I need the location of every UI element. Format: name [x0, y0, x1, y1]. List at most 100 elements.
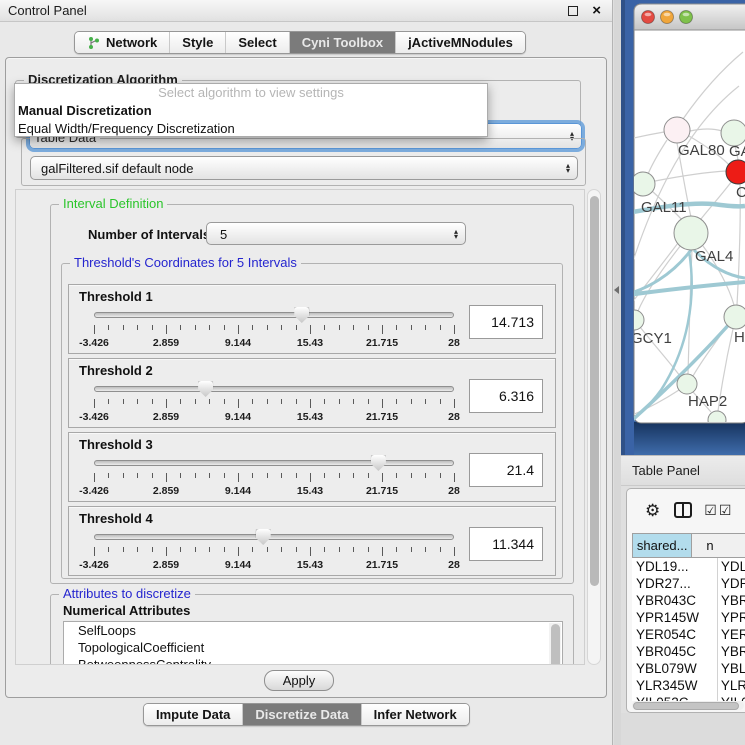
- table-cell[interactable]: YLR3: [718, 677, 745, 694]
- tick: [440, 547, 441, 552]
- minimize-window-icon[interactable]: [661, 11, 674, 24]
- table-data-combobox[interactable]: galFiltered.sif default node ▴ ▾: [30, 156, 578, 180]
- table-row[interactable]: YBL079WYBL0: [632, 660, 745, 677]
- table-row[interactable]: YBR043CYBR0: [632, 592, 745, 609]
- threshold-slider[interactable]: -3.4262.8599.14415.4321.71528: [94, 382, 454, 426]
- tick: [123, 399, 124, 404]
- column-header[interactable]: n: [692, 533, 745, 558]
- threshold-value-field[interactable]: 6.316: [469, 379, 543, 413]
- select-all-checkbox-icon[interactable]: ☑: [719, 503, 732, 517]
- table-row[interactable]: YIL052CYIL0: [632, 694, 745, 701]
- tick: [238, 547, 239, 556]
- threshold-slider[interactable]: -3.4262.8599.14415.4321.71528: [94, 530, 454, 574]
- table-cell[interactable]: YER054C: [632, 626, 718, 643]
- tab-discretize-data[interactable]: Discretize Data: [242, 704, 360, 725]
- tab-network[interactable]: Network: [75, 32, 169, 53]
- table-row[interactable]: YDR27...YDR2: [632, 575, 745, 592]
- network-node[interactable]: [674, 216, 708, 250]
- tab-impute-data[interactable]: Impute Data: [144, 704, 242, 725]
- attribute-list-item[interactable]: BetweennessCentrality: [64, 656, 562, 665]
- pane-divider[interactable]: [614, 0, 621, 745]
- slider-thumb[interactable]: [198, 381, 213, 397]
- table-horizontal-scrollbar[interactable]: [632, 701, 744, 710]
- tick: [195, 547, 196, 552]
- network-node[interactable]: [664, 117, 690, 143]
- tick-label: 2.859: [153, 337, 179, 349]
- slider-thumb[interactable]: [294, 307, 309, 323]
- tab-style[interactable]: Style: [169, 32, 225, 53]
- column-layout-icon[interactable]: [674, 502, 692, 518]
- table-row[interactable]: YLR345WYLR3: [632, 677, 745, 694]
- zoom-window-icon[interactable]: [680, 11, 693, 24]
- tick: [324, 399, 325, 404]
- list-scrollbar[interactable]: [549, 623, 561, 665]
- column-header[interactable]: shared...: [632, 533, 692, 558]
- attribute-list-item[interactable]: SelfLoops: [64, 622, 562, 639]
- float-window-icon[interactable]: [568, 6, 578, 16]
- tick: [152, 473, 153, 478]
- number-of-intervals-value: 5: [220, 223, 227, 246]
- close-panel-icon[interactable]: ×: [592, 0, 601, 22]
- table-cell[interactable]: YBR043C: [632, 592, 718, 609]
- tick-label: 2.859: [153, 559, 179, 571]
- close-window-icon[interactable]: [642, 11, 655, 24]
- table-cell[interactable]: YLR345W: [632, 677, 718, 694]
- dropdown-placeholder-option[interactable]: Select algorithm to view settings: [15, 84, 487, 102]
- list-scrollbar-thumb[interactable]: [551, 624, 560, 665]
- node-label: HAP2: [688, 393, 727, 410]
- attribute-list-item[interactable]: TopologicalCoefficient: [64, 639, 562, 656]
- table-cell[interactable]: YER0: [718, 626, 745, 643]
- table-cell[interactable]: YDL1: [718, 558, 745, 575]
- table-cell[interactable]: YPR1: [718, 609, 745, 626]
- combobox-arrows-icon: ▴ ▾: [454, 229, 458, 239]
- tab-jactivemnodules[interactable]: jActiveMNodules: [395, 32, 525, 53]
- tick: [339, 473, 340, 478]
- table-row[interactable]: YBR045CYBR0: [632, 643, 745, 660]
- threshold-slider[interactable]: -3.4262.8599.14415.4321.71528: [94, 456, 454, 500]
- table-row[interactable]: YPR145WYPR1: [632, 609, 745, 626]
- tick: [108, 399, 109, 404]
- table-cell[interactable]: YIL052C: [632, 694, 718, 701]
- threshold-slider[interactable]: -3.4262.8599.14415.4321.71528: [94, 308, 454, 352]
- table-cell[interactable]: YBL079W: [632, 660, 718, 677]
- table-hscrollbar-thumb[interactable]: [633, 702, 739, 710]
- table-row[interactable]: YDL19...YDL1: [632, 558, 745, 575]
- threshold-coordinates-group: Threshold's Coordinates for 5 Intervals …: [61, 263, 563, 579]
- table-cell[interactable]: YBR045C: [632, 643, 718, 660]
- tick: [166, 547, 167, 556]
- table-settings-gear-icon[interactable]: ⚙: [645, 502, 660, 519]
- tab-cyni-toolbox[interactable]: Cyni Toolbox: [289, 32, 395, 53]
- dropdown-option[interactable]: Manual Discretization: [15, 102, 487, 120]
- cyni-mode-tab-bar: Impute DataDiscretize DataInfer Network: [143, 703, 470, 726]
- threshold-value-field[interactable]: 21.4: [469, 453, 543, 487]
- slider-thumb[interactable]: [256, 529, 271, 545]
- select-columns-checkbox-icon[interactable]: ☑: [704, 503, 717, 517]
- divider-collapse-icon[interactable]: [614, 286, 619, 294]
- tab-select[interactable]: Select: [225, 32, 288, 53]
- number-of-intervals-combobox[interactable]: 5 ▴ ▾: [206, 222, 466, 245]
- table-cell[interactable]: YDL19...: [632, 558, 718, 575]
- slider-thumb[interactable]: [371, 455, 386, 471]
- settings-vertical-scrollbar[interactable]: [587, 189, 601, 665]
- table-cell[interactable]: YPR145W: [632, 609, 718, 626]
- threshold-value-field[interactable]: 11.344: [469, 527, 543, 561]
- table-cell[interactable]: YDR2: [718, 575, 745, 592]
- apply-button[interactable]: Apply: [264, 670, 334, 691]
- table-cell[interactable]: YBL0: [718, 660, 745, 677]
- network-node[interactable]: [726, 160, 745, 184]
- table-cell[interactable]: YBR0: [718, 643, 745, 660]
- table-cell[interactable]: YBR0: [718, 592, 745, 609]
- dropdown-option[interactable]: Equal Width/Frequency Discretization: [15, 120, 487, 138]
- table-cell[interactable]: YIL0: [718, 694, 745, 701]
- table-cell[interactable]: YDR27...: [632, 575, 718, 592]
- network-node[interactable]: [724, 305, 745, 329]
- table-row[interactable]: YER054CYER0: [632, 626, 745, 643]
- network-node[interactable]: [677, 374, 697, 394]
- tab-infer-network[interactable]: Infer Network: [361, 704, 469, 725]
- threshold-panel: Threshold 2-3.4262.8599.14415.4321.71528…: [68, 358, 556, 428]
- tick: [411, 473, 412, 478]
- network-node[interactable]: [631, 172, 655, 196]
- settings-scrollbar-thumb[interactable]: [590, 196, 599, 586]
- threshold-value-field[interactable]: 14.713: [469, 305, 543, 339]
- tick: [209, 473, 210, 478]
